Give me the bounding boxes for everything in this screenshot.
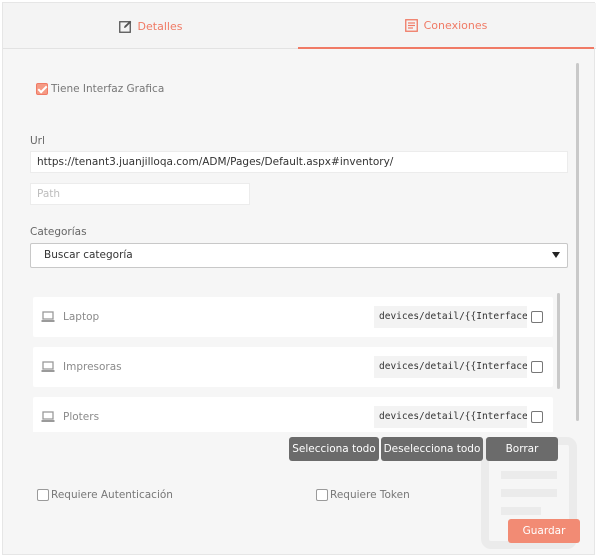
category-select-value: Buscar categoría bbox=[44, 249, 133, 261]
device-route-input[interactable]: devices/detail/{{InterfaceId}} bbox=[374, 406, 527, 428]
device-list: Laptop devices/detail/{{InterfaceId}} Im… bbox=[33, 297, 561, 432]
device-name: Ploters bbox=[63, 411, 100, 423]
delete-button[interactable]: Borrar bbox=[486, 437, 558, 461]
url-input[interactable]: https://tenant3.juanjilloqa.com/ADM/Page… bbox=[30, 151, 568, 173]
tab-connections-label: Conexiones bbox=[423, 18, 488, 32]
dropdown-arrow-icon bbox=[552, 252, 560, 258]
select-all-button[interactable]: Selecciona todo bbox=[289, 437, 379, 461]
url-label: Url bbox=[30, 135, 45, 147]
has-gui-label: Tiene Interfaz Grafica bbox=[51, 83, 165, 95]
panel-scrollbar[interactable] bbox=[576, 63, 579, 421]
requires-auth-label: Requiere Autenticación bbox=[51, 489, 173, 501]
edit-icon bbox=[118, 20, 132, 33]
tab-details-label: Detalles bbox=[137, 19, 183, 33]
tab-connections[interactable]: Conexiones bbox=[298, 3, 594, 49]
device-checkbox[interactable] bbox=[531, 311, 543, 323]
has-gui-checkbox[interactable] bbox=[36, 83, 48, 95]
device-name: Impresoras bbox=[63, 361, 122, 373]
connection-settings-panel: Detalles Conexiones Tiene Interfaz Grafi… bbox=[2, 2, 596, 555]
list-item: Laptop devices/detail/{{InterfaceId}} bbox=[33, 297, 553, 337]
list-item: Impresoras devices/detail/{{InterfaceId}… bbox=[33, 347, 553, 387]
device-name: Laptop bbox=[63, 311, 100, 323]
device-route-input[interactable]: devices/detail/{{InterfaceId}} bbox=[374, 306, 527, 328]
requires-auth-checkbox[interactable] bbox=[37, 489, 49, 501]
document-icon bbox=[404, 18, 418, 32]
laptop-icon bbox=[41, 411, 55, 426]
deselect-all-button[interactable]: Deselecciona todo bbox=[381, 437, 483, 461]
save-button[interactable]: Guardar bbox=[508, 519, 580, 543]
laptop-icon bbox=[41, 361, 55, 376]
laptop-icon bbox=[41, 311, 55, 326]
categories-label: Categorías bbox=[30, 226, 87, 238]
requires-token-label: Requiere Token bbox=[330, 489, 410, 501]
tab-details[interactable]: Detalles bbox=[3, 3, 298, 49]
list-item: Ploters devices/detail/{{InterfaceId}} bbox=[33, 397, 553, 432]
category-select[interactable]: Buscar categoría bbox=[30, 243, 568, 268]
tab-bar: Detalles Conexiones bbox=[3, 3, 596, 49]
path-input[interactable]: Path bbox=[30, 183, 250, 205]
device-checkbox[interactable] bbox=[531, 361, 543, 373]
device-list-scrollbar[interactable] bbox=[557, 293, 560, 389]
requires-token-checkbox[interactable] bbox=[316, 489, 328, 501]
device-route-input[interactable]: devices/detail/{{InterfaceId}} bbox=[374, 356, 527, 378]
device-checkbox[interactable] bbox=[531, 411, 543, 423]
